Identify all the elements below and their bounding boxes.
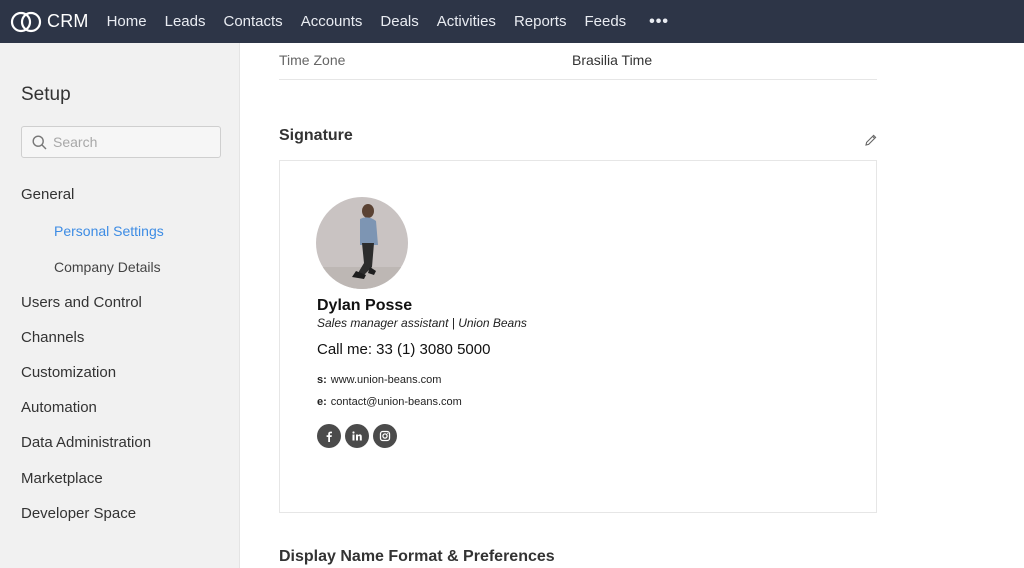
sidebar-item-marketplace[interactable]: Marketplace — [21, 470, 103, 487]
pencil-edit-icon[interactable] — [864, 133, 878, 147]
nav-reports[interactable]: Reports — [505, 0, 576, 43]
avatar-photo — [316, 197, 408, 289]
sidebar-title: Setup — [21, 84, 71, 105]
signature-phone: Call me: 33 (1) 3080 5000 — [317, 341, 491, 358]
top-navigation-bar: CRM Home Leads Contacts Accounts Deals A… — [0, 0, 1024, 43]
brand-name: CRM — [47, 11, 89, 31]
main-nav: Home Leads Contacts Accounts Deals Activ… — [98, 0, 669, 43]
linkedin-icon[interactable] — [345, 424, 369, 448]
nav-feeds[interactable]: Feeds — [575, 0, 635, 43]
time-zone-value: Brasilia Time — [572, 52, 653, 68]
social-links — [317, 424, 401, 448]
signature-name: Dylan Posse — [317, 297, 413, 314]
signature-role: Sales manager assistant | Union Beans — [317, 316, 527, 330]
avatar — [316, 197, 408, 289]
signature-title: Signature — [279, 127, 353, 144]
signature-preview: Dylan Posse Sales manager assistant | Un… — [279, 160, 877, 513]
sidebar-item-automation[interactable]: Automation — [21, 399, 97, 416]
email-text: contact@union-beans.com — [330, 396, 462, 408]
nav-leads[interactable]: Leads — [156, 0, 215, 43]
time-zone-row: Time Zone Brasilia Time — [279, 43, 877, 80]
sidebar-item-users-and-control[interactable]: Users and Control — [21, 294, 142, 311]
nav-contacts[interactable]: Contacts — [214, 0, 291, 43]
brand[interactable]: CRM — [10, 0, 89, 43]
nav-accounts[interactable]: Accounts — [292, 0, 372, 43]
sidebar-item-developer-space[interactable]: Developer Space — [21, 505, 136, 522]
sidebar-item-channels[interactable]: Channels — [21, 329, 84, 346]
website-label: s: — [317, 374, 327, 386]
nav-home[interactable]: Home — [98, 0, 156, 43]
signature-email-row: e: contact@union-beans.com — [317, 396, 462, 408]
search-input[interactable] — [53, 134, 213, 150]
instagram-icon[interactable] — [373, 424, 397, 448]
more-menu-icon[interactable]: ••• — [649, 13, 669, 31]
signature-website-row: s: www.union-beans.com — [317, 374, 441, 386]
website-text: www.union-beans.com — [330, 374, 442, 386]
crm-logo-icon — [10, 11, 42, 32]
email-label: e: — [317, 396, 327, 408]
search-box — [21, 126, 221, 158]
search-icon — [32, 134, 47, 149]
setup-sidebar: Setup General Personal Settings Company … — [0, 43, 240, 568]
display-name-format-title: Display Name Format & Preferences — [279, 548, 555, 565]
nav-activities[interactable]: Activities — [428, 0, 505, 43]
main-content: Time Zone Brasilia Time Signature Dylan … — [241, 43, 1024, 568]
sidebar-item-data-administration[interactable]: Data Administration — [21, 434, 151, 451]
time-zone-label: Time Zone — [279, 52, 346, 68]
sidebar-item-personal-settings[interactable]: Personal Settings — [54, 223, 164, 239]
sidebar-item-customization[interactable]: Customization — [21, 364, 116, 381]
sidebar-item-general[interactable]: General — [21, 186, 74, 203]
nav-deals[interactable]: Deals — [371, 0, 427, 43]
facebook-icon[interactable] — [317, 424, 341, 448]
sidebar-item-company-details[interactable]: Company Details — [54, 259, 161, 275]
